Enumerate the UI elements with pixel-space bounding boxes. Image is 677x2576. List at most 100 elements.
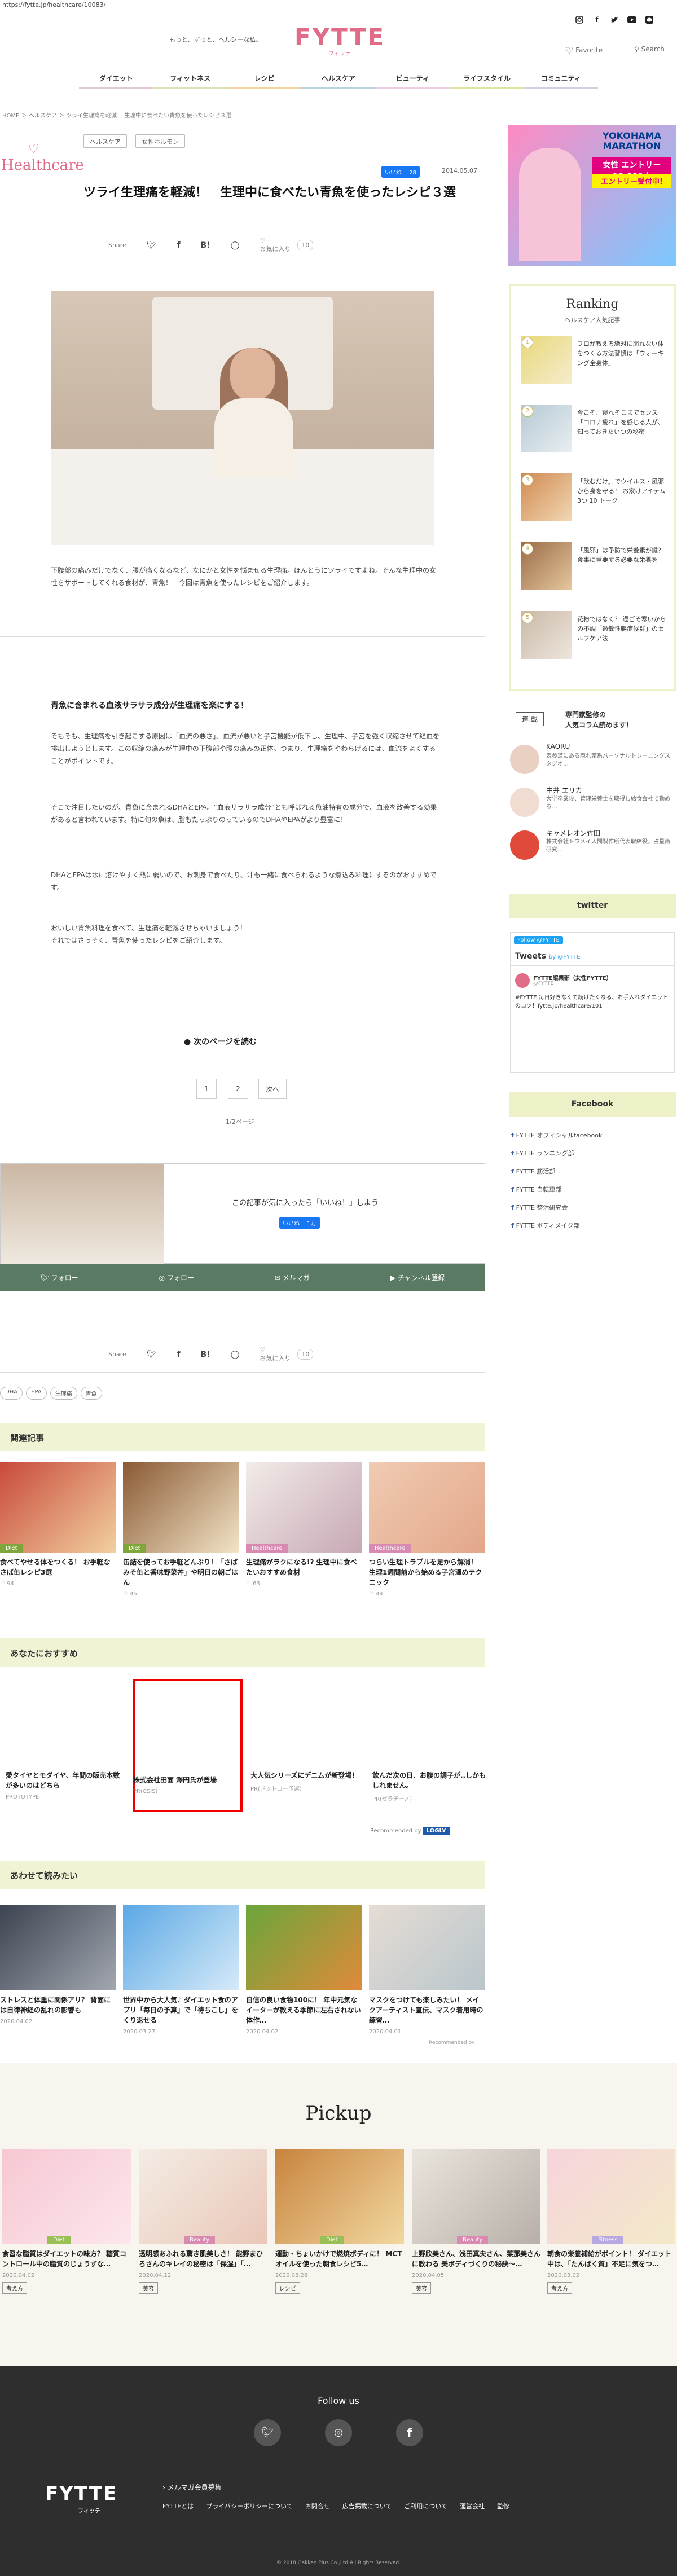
also-read-card[interactable]: 世界中から大人気♪ ダイエット食のアプリ「毎日の予算」で「待ちこし」をくり返せる…	[123, 1905, 239, 2035]
facebook-link[interactable]: f FYTTE ボディメイク部	[511, 1221, 579, 1230]
nav-item-diet[interactable]: ダイエット	[79, 73, 153, 89]
ranking-item[interactable]: 5 花粉ではなく？ 過ごそ寒いからの不調「過敏性腸症候群」のセルフケア法	[521, 611, 667, 673]
follow-mailmag[interactable]: ✉ メルマガ	[275, 1273, 310, 1282]
footer-link[interactable]: 広告掲載について	[342, 2502, 392, 2511]
card-tag[interactable]: 美容	[412, 2282, 431, 2294]
ranking-item[interactable]: 2 今こそ、寝れそこまでセンス「コロナ疲れ」を感じる人が、知っておきたいつの秘密	[521, 405, 667, 467]
facebook-icon[interactable]: f	[396, 2419, 423, 2446]
like-button[interactable]: いいね！ 28	[381, 166, 420, 178]
hatena-icon[interactable]: B!	[201, 241, 210, 250]
facebook-link[interactable]: f FYTTE 自転車部	[511, 1185, 561, 1194]
next-link[interactable]: 次へ	[258, 1079, 287, 1099]
facebook-link[interactable]: f FYTTE 整活研究会	[511, 1203, 568, 1212]
youtube-icon[interactable]	[627, 15, 637, 25]
nav-item-beauty[interactable]: ビューティ	[375, 73, 450, 89]
instagram-icon[interactable]	[574, 15, 584, 25]
facebook-link[interactable]: f FYTTE 筋活部	[511, 1167, 555, 1176]
tag-link[interactable]: DHA	[0, 1387, 23, 1400]
body	[214, 398, 293, 477]
page-link[interactable]: 1	[196, 1079, 217, 1099]
footer-link[interactable]: ご利用について	[404, 2502, 447, 2511]
ranking-item[interactable]: 3 「飲むだけ」でウイルス・風邪から身を守る！ お家けアイテム3つ 10 トーク	[521, 473, 667, 535]
ranking-item[interactable]: 4 「風邪」は予防で栄養素が鍵？ 食事に重要する必要な栄養を	[521, 542, 667, 604]
line-icon[interactable]	[644, 15, 654, 25]
nav-item-community[interactable]: コミュニティ	[524, 73, 598, 89]
pickup-card[interactable]: Fitness 朝食の栄養補給がポイント！ ダイエット中は、「たんぱく質」不足に…	[547, 2149, 675, 2294]
logly-logo[interactable]: LOGLY	[423, 1827, 450, 1835]
twitter-icon[interactable]: 🐦︎	[147, 1350, 157, 1359]
writer-item[interactable]: 中井 エリカ 大学卒業後、管理栄養士を取得し給食会社で勤める…	[510, 785, 676, 821]
recommend-card[interactable]: 株式会社田面 澤円氏が登場 PR(CSIS)	[133, 1770, 240, 1795]
also-read-card[interactable]: ストレスと体重に関係アリ？ 背面には自律神経の乱れの影響も 2020.04.02	[0, 1905, 116, 2025]
marathon-ad[interactable]: YOKOHAMA MARATHON 女性 エントリー 10,000人 エントリー…	[508, 125, 676, 266]
footer-link[interactable]: お問合せ	[305, 2502, 330, 2511]
writer-item[interactable]: KAORU 表参道にある隠れ家系パーソナルトレーニングスタジオ…	[510, 742, 676, 779]
nav-item-recipe[interactable]: レシピ	[227, 73, 302, 89]
article-tag[interactable]: ヘルスケア	[83, 134, 127, 148]
related-card[interactable]: Healthcare 生理痛がラクになる!? 生理中に食べたいおすすめ食材 ♡ …	[246, 1462, 362, 1587]
footer-logo[interactable]: FYTTE	[45, 2482, 117, 2505]
recommend-card[interactable]: 大人気シリーズにデニムが新登場！ PR(ドットコー予選)	[250, 1766, 367, 1792]
recommend-card[interactable]: 愛タイヤとモダイヤ、年間の販売本数が多いのはどちら PROTOTYPE	[6, 1766, 122, 1800]
facebook-icon[interactable]: f	[177, 1350, 181, 1359]
divider	[0, 636, 485, 637]
footer-link[interactable]: FYTTEとは	[162, 2502, 194, 2511]
article-tag[interactable]: 女性ホルモン	[135, 134, 185, 148]
site-logo[interactable]: FYTTE フィッテ	[294, 24, 385, 58]
also-read-card[interactable]: 自信の良い食物100に！ 年中元気なイーターが教える季節に左右されない体作… 2…	[246, 1905, 362, 2035]
card-tag[interactable]: 考え方	[2, 2282, 27, 2294]
hatena-icon[interactable]: B!	[201, 1350, 210, 1359]
pickup-card[interactable]: Beauty 上野欣美さん、浅田真央さん、菜那美さんに教わる 美ボディづくりの秘…	[412, 2149, 540, 2294]
search-link[interactable]: ⚲ Search	[634, 45, 665, 54]
like-button[interactable]: いいね！ 1万	[279, 1217, 320, 1229]
facebook-icon[interactable]: f	[177, 241, 181, 250]
favorite-button[interactable]: ♡ お気に入り	[260, 237, 291, 253]
related-card[interactable]: Healthcare つらい生理トラブルを足から解消！ 生理1週間前から始める子…	[369, 1462, 485, 1597]
tweet-handle: @FYTTE	[533, 981, 554, 987]
tag-link[interactable]: EPA	[26, 1387, 47, 1400]
twitter-icon[interactable]: 🐦︎	[254, 2419, 281, 2446]
mailmag-link[interactable]: › メルマガ会員募集	[162, 2482, 222, 2492]
also-read-card[interactable]: マスクをつけても楽しみたい！ メイクアーティスト直伝、マスク着用時の練習… 20…	[369, 1905, 485, 2035]
also-read-recommended-by: Recommended by	[429, 2040, 475, 2046]
instagram-icon[interactable]: ◎	[325, 2419, 352, 2446]
pickup-card[interactable]: Diet 食習な脂質はダイエットの味方？ 糖質コントロール中の脂質のじょうずな……	[2, 2149, 131, 2294]
favorite-button[interactable]: ♡ お気に入り	[260, 1346, 291, 1362]
footer-link[interactable]: 運営会社	[460, 2502, 485, 2511]
pickup-card[interactable]: Beauty 透明感あふれる驚き肌美しさ！ 能野まひろさんのキレイの秘密は「保湿…	[139, 2149, 267, 2294]
line-icon[interactable]: ◯	[231, 241, 240, 250]
card-tag[interactable]: レシピ	[275, 2282, 300, 2294]
tag-link[interactable]: 生理痛	[50, 1387, 77, 1400]
tag-link[interactable]: 青魚	[80, 1387, 102, 1400]
card-tag[interactable]: 美容	[139, 2282, 158, 2294]
writer-item[interactable]: キャメレオン竹田 株式会社トウメイ人間製作所代表取締役。占星術研究…	[510, 828, 676, 864]
breadcrumb[interactable]: HOME ＞ ヘルスケア ＞ ツライ生理痛を軽減！ 生理中に食べたい青魚を使った…	[2, 111, 231, 119]
card-tag[interactable]: 考え方	[547, 2282, 572, 2294]
facebook-link[interactable]: f FYTTE ランニング部	[511, 1149, 574, 1158]
share-bar: Share 🐦︎ f B! ◯ ♡ お気に入り 10	[108, 237, 314, 253]
related-card[interactable]: Diet 食べてやせる体をつくる！ お手軽なさば缶レシピ3選 ♡ 94	[0, 1462, 116, 1587]
nav-item-lifestyle[interactable]: ライフスタイル	[450, 73, 524, 89]
twitter-icon[interactable]: 🐦︎	[147, 241, 157, 250]
favorite-link[interactable]: ♡ Favorite	[565, 45, 603, 56]
recommend-card[interactable]: 飲んだ次の日、お腹の調子が..しかもしれません。 PR(ゼラチーノ)	[372, 1766, 489, 1803]
page-link[interactable]: 2	[228, 1079, 248, 1099]
follow-instagram[interactable]: ◎ フォロー	[159, 1273, 194, 1282]
twitter-widget[interactable]: Follow @FYTTE Tweets by @FYTTE FYTTE編集部（…	[510, 932, 675, 1073]
facebook-link[interactable]: f FYTTE オフィシャルfacebook	[511, 1131, 602, 1140]
nav-item-healthcare[interactable]: ヘルスケア	[301, 73, 376, 89]
follow-youtube[interactable]: ▶ チャンネル登録	[390, 1273, 445, 1282]
next-page-link[interactable]: ● 次のページを読む	[184, 1036, 257, 1047]
ranking-item[interactable]: 1 プロが教える絶対に崩れない体をつくる方法習慣は「ウォーキング全身体」	[521, 336, 667, 398]
pickup-card[interactable]: Diet 運動・ちょいかけで燃焼ボディに！ MCTオイルを使った朝食レシピ5… …	[275, 2149, 404, 2294]
nav-item-fitness[interactable]: フィットネス	[153, 73, 227, 89]
writer-name: キャメレオン竹田	[546, 829, 601, 837]
follow-twitter[interactable]: 🐦︎ フォロー	[41, 1273, 78, 1282]
footer-link[interactable]: プライバシーポリシーについて	[206, 2502, 292, 2511]
related-card[interactable]: Diet 缶詰を使ってお手軽どんぶり！「さばみそ缶と香味野菜丼」や明日の朝ごはん…	[123, 1462, 239, 1597]
twitter-follow-button[interactable]: Follow @FYTTE	[514, 936, 563, 944]
facebook-icon[interactable]: f	[592, 15, 602, 25]
twitter-icon[interactable]	[609, 15, 619, 25]
footer-link[interactable]: 監修	[497, 2502, 509, 2511]
line-icon[interactable]: ◯	[231, 1350, 240, 1359]
